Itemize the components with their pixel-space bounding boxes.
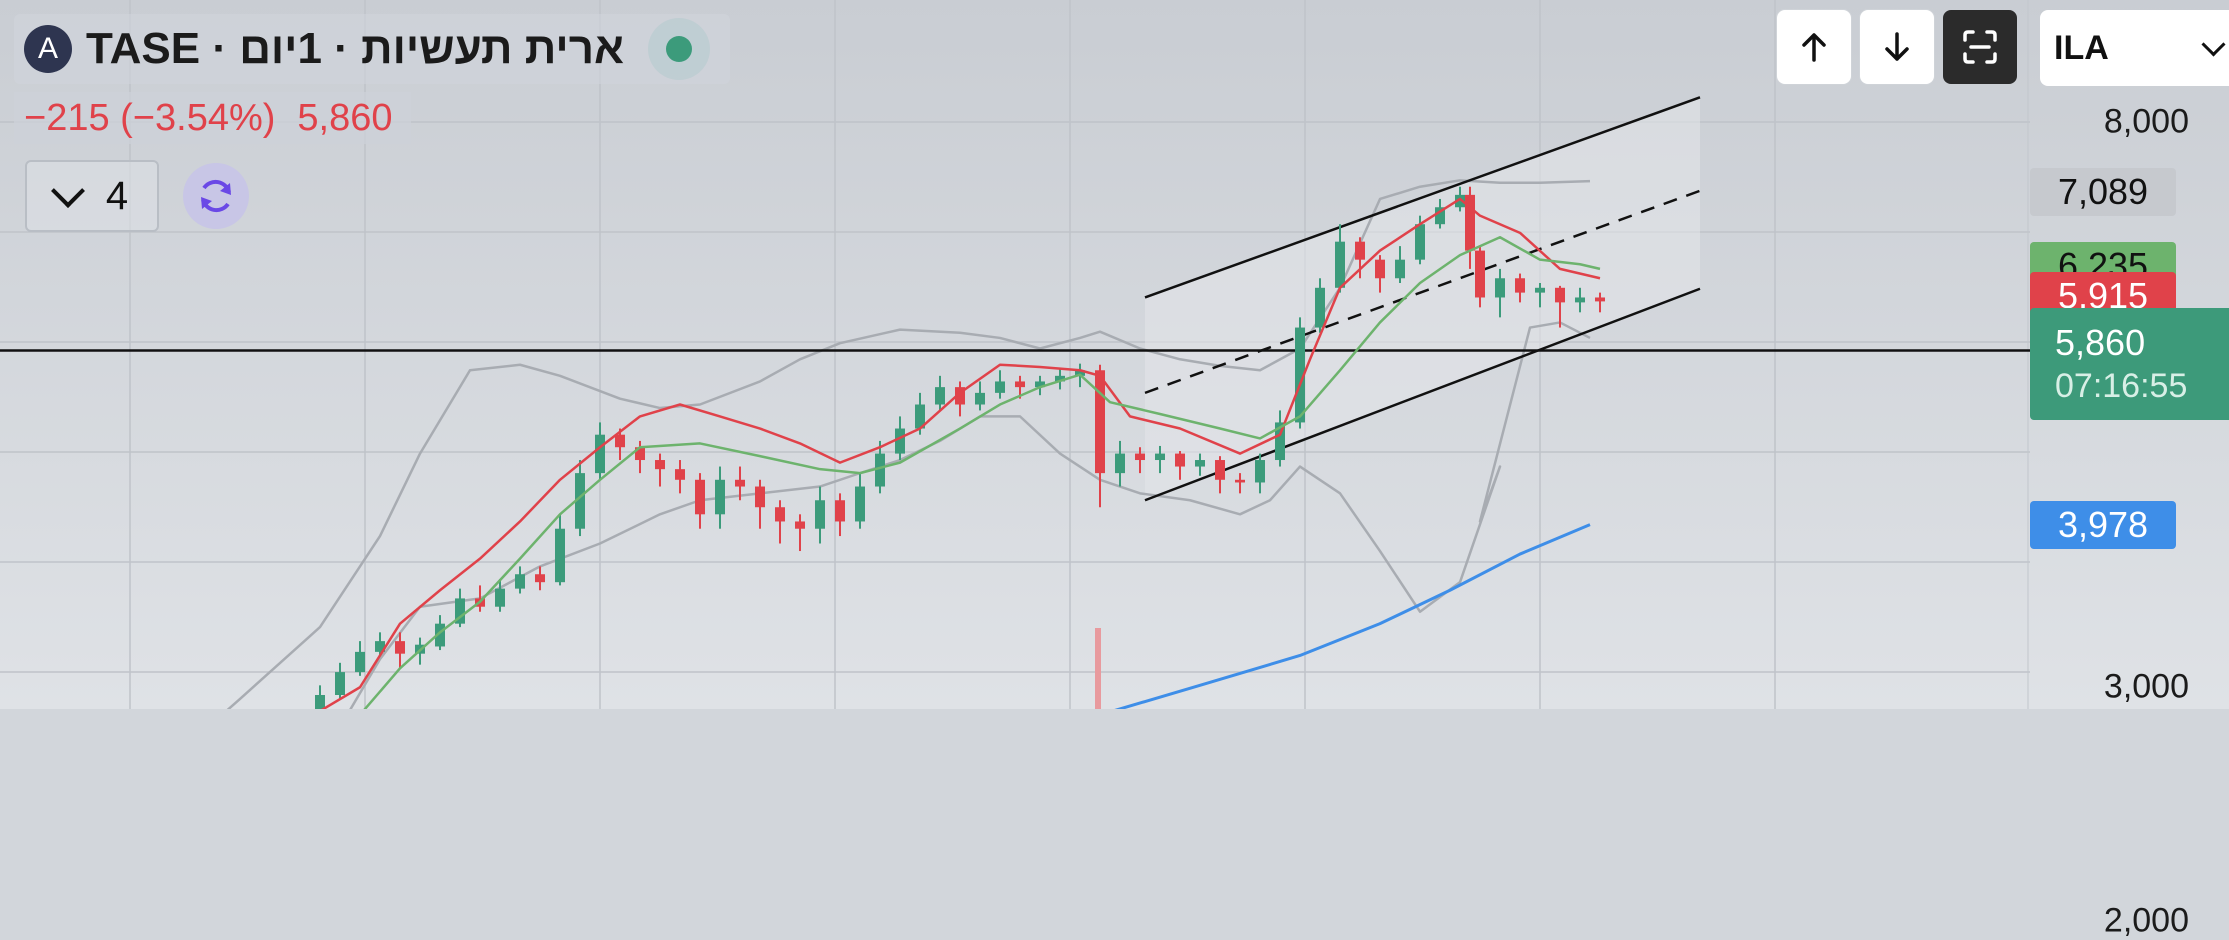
candle-up [1535, 287, 1545, 293]
chevron-down-icon [2201, 31, 2226, 57]
candle-up [1335, 241, 1345, 288]
candle-down [735, 479, 745, 487]
candle-up [355, 651, 365, 673]
interval-value: 4 [105, 173, 129, 218]
last-price: 5,860 [297, 96, 393, 139]
candle-up [715, 479, 725, 515]
chevron-down-icon [50, 174, 85, 208]
candle-up [315, 694, 325, 709]
interval-toggle-button[interactable]: 4 [25, 160, 159, 232]
candle-down [1175, 453, 1185, 467]
candle-down [1355, 241, 1365, 260]
candle-up [1395, 259, 1405, 279]
price-change-row: −215 (−3.54%) 5,860 [14, 92, 411, 144]
candle-down [695, 479, 705, 515]
candle-down [1135, 453, 1145, 461]
fullscreen-button[interactable] [1943, 10, 2017, 84]
candle-up [1195, 460, 1205, 467]
price-axis-tick: 2,000 [2103, 901, 2189, 940]
candle-up [495, 588, 505, 607]
candle-down [675, 469, 685, 480]
current-price-label: 5,860 07:16:55 [2030, 308, 2229, 420]
fullscreen-icon [1963, 30, 1997, 64]
price-axis-tick: 3,000 [2103, 667, 2189, 706]
candle-up [1575, 297, 1585, 303]
candle-down [1555, 287, 1565, 303]
price-axis-tick: 8,000 [2103, 102, 2189, 141]
candle-down [395, 641, 405, 654]
candle-down [795, 521, 805, 529]
currency-value: ILA [2054, 28, 2109, 67]
candle-down [1375, 259, 1385, 279]
candle-up [1115, 453, 1125, 474]
candle-up [855, 486, 865, 522]
candle-down [835, 500, 845, 522]
arrow-up-icon [1802, 33, 1826, 62]
candle-down [1475, 250, 1485, 298]
candle-down [1235, 479, 1245, 483]
current-price: 5,860 [2055, 322, 2146, 363]
candle-down [655, 460, 665, 470]
volume-bar [1095, 628, 1101, 709]
currency-select[interactable]: ILA [2040, 10, 2229, 86]
price-change: −215 (−3.54%) [24, 96, 276, 139]
symbol-header: A ארית תעשיות · 1יום · TASE [14, 14, 731, 84]
arrow-down-icon [1885, 32, 1909, 61]
candle-down [1515, 278, 1525, 293]
refresh-button[interactable] [183, 163, 249, 229]
candle-up [515, 574, 525, 589]
candle-down [1015, 381, 1025, 388]
candle-up [995, 381, 1005, 393]
candle-up [595, 434, 605, 474]
price-label: 7,089 [2030, 167, 2176, 216]
bar-countdown: 07:16:55 [2055, 367, 2188, 405]
candle-up [1155, 453, 1165, 461]
candle-down [1215, 460, 1225, 480]
candle-up [975, 392, 985, 405]
candle-up [935, 387, 945, 405]
move-up-button[interactable] [1777, 10, 1851, 84]
price-label: 3,978 [2030, 500, 2176, 549]
candle-down [535, 574, 545, 583]
candle-down [615, 434, 625, 448]
candle-down [775, 507, 785, 522]
candle-up [815, 500, 825, 529]
candle-down [1095, 370, 1105, 474]
market-status-icon [648, 18, 711, 80]
candle-up [1495, 278, 1505, 298]
symbol-title: ארית תעשיות · 1יום · TASE [86, 24, 625, 73]
candle-up [1415, 224, 1425, 260]
candle-up [1255, 460, 1265, 483]
candle-up [555, 528, 565, 583]
candle-up [335, 672, 345, 695]
candle-up [895, 428, 905, 454]
symbol-avatar: A [24, 25, 72, 73]
candle-down [1595, 297, 1605, 302]
refresh-icon [201, 179, 231, 213]
candle-up [1315, 287, 1325, 328]
candle-down [755, 486, 765, 508]
move-down-button[interactable] [1860, 10, 1934, 84]
